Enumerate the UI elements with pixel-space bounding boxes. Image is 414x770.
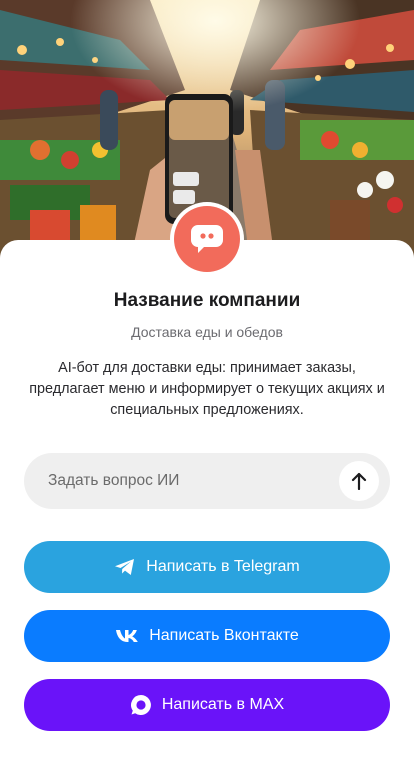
ask-ai-input[interactable] <box>48 470 338 492</box>
company-description: AI-бот для доставки еды: принимает заказ… <box>29 360 385 418</box>
company-name: Название компании <box>113 290 301 311</box>
telegram-button-label: Написать в Telegram <box>146 558 300 575</box>
telegram-button[interactable]: Написать в Telegram <box>24 541 390 593</box>
vk-icon <box>115 629 139 643</box>
max-button-label: Написать в MAX <box>161 696 285 713</box>
company-tagline: Доставка еды и обедов <box>131 324 283 340</box>
arrow-up-icon <box>351 472 367 490</box>
telegram-icon <box>114 558 136 576</box>
ask-ai-field[interactable] <box>24 453 390 509</box>
logo-circle <box>174 206 240 272</box>
max-button[interactable]: Написать в MAX <box>24 679 390 731</box>
company-logo <box>170 202 244 276</box>
vk-button[interactable]: Написать Вконтакте <box>24 610 390 662</box>
send-button[interactable] <box>339 461 379 501</box>
vk-button-label: Написать Вконтакте <box>149 627 299 644</box>
max-icon <box>130 694 152 716</box>
chat-bubble-icon <box>191 225 223 253</box>
